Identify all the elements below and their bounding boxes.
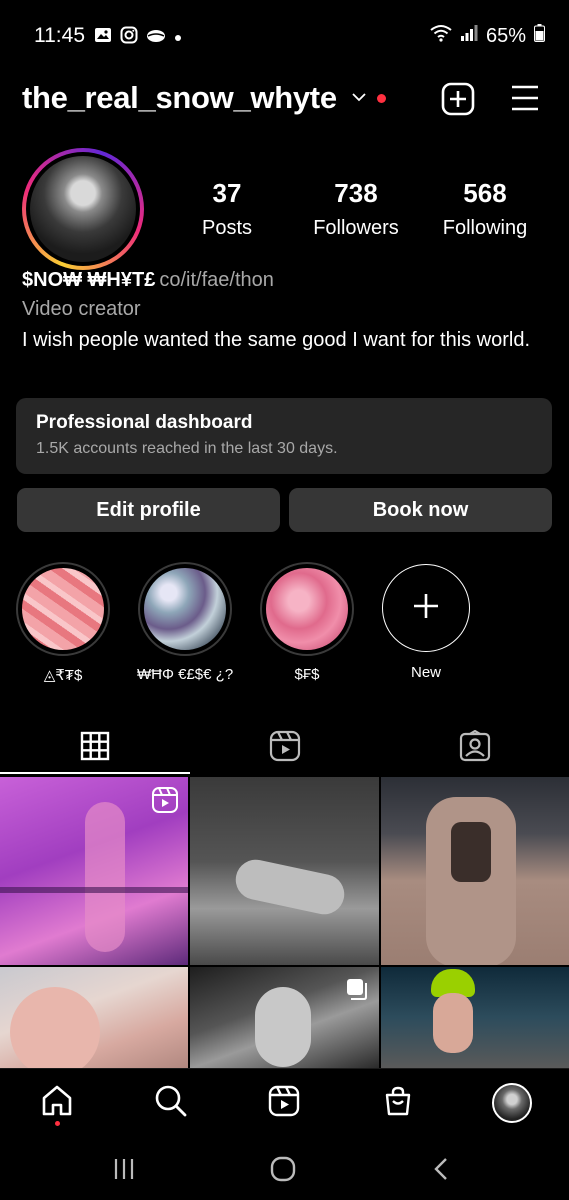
post-thumbnail[interactable]	[381, 777, 569, 965]
notification-dot	[377, 94, 386, 103]
nav-search[interactable]	[151, 1083, 191, 1123]
post-thumbnail[interactable]	[190, 777, 379, 965]
battery-text: 65%	[485, 24, 526, 47]
highlight-3[interactable]: $₣$	[259, 562, 355, 683]
post-thumbnail[interactable]	[381, 967, 569, 1068]
post-thumbnail[interactable]	[190, 967, 379, 1068]
wifi-icon	[430, 24, 452, 48]
tab-grid[interactable]	[0, 720, 190, 776]
carousel-icon	[345, 977, 369, 1006]
status-bar: 11:45 65%	[0, 0, 569, 72]
signal-icon	[460, 24, 478, 48]
dot-icon	[174, 29, 182, 47]
recents-icon[interactable]	[104, 1154, 144, 1184]
bottom-nav	[0, 1068, 569, 1136]
category: Video creator	[22, 298, 141, 320]
new-highlight[interactable]: New	[378, 562, 474, 681]
posts-count: 37	[212, 178, 242, 208]
display-name-row: $NO₩ ₩H¥T£ co/it/fae/thon	[22, 269, 274, 292]
display-name: $NO₩ ₩H¥T£	[22, 269, 156, 291]
edit-profile-button[interactable]: Edit profile	[17, 488, 280, 532]
status-time: 11:45	[34, 24, 85, 47]
back-icon[interactable]	[422, 1154, 462, 1184]
nav-home[interactable]	[37, 1083, 77, 1123]
nav-reels[interactable]	[264, 1083, 304, 1123]
home-icon	[40, 1084, 74, 1123]
highlight-label: ◬₹₮$	[43, 667, 83, 684]
add-icon[interactable]	[441, 82, 475, 121]
chevron-down-icon[interactable]	[350, 88, 368, 111]
gallery-icon	[94, 26, 112, 49]
highlight-label: ₩ĦΦ €£$€ ¿?	[137, 666, 234, 683]
cloud-icon	[146, 27, 166, 48]
nav-profile[interactable]	[492, 1083, 532, 1123]
professional-dashboard[interactable]: Professional dashboard 1.5K accounts rea…	[16, 398, 552, 474]
highlight-1[interactable]: ◬₹₮$	[15, 562, 111, 684]
followers-stat[interactable]: 738 Followers	[304, 178, 408, 240]
search-icon	[154, 1084, 188, 1123]
book-now-button[interactable]: Book now	[289, 488, 552, 532]
followers-label: Followers	[313, 217, 399, 239]
post-thumbnail[interactable]	[0, 777, 188, 965]
post-thumbnail[interactable]	[0, 967, 188, 1068]
posts-label: Posts	[201, 217, 253, 239]
reels-icon	[269, 730, 301, 767]
following-stat[interactable]: 568 Following	[433, 178, 537, 240]
username[interactable]: the_real_snow_whyte	[22, 80, 337, 116]
posts-stat[interactable]: 37 Posts	[187, 178, 267, 240]
reel-icon	[152, 787, 178, 818]
active-tab-indicator	[0, 772, 190, 774]
following-count: 568	[463, 178, 507, 208]
profile-avatar	[492, 1083, 532, 1123]
menu-icon[interactable]	[509, 82, 541, 119]
system-nav	[0, 1136, 569, 1200]
profile-avatar[interactable]	[22, 148, 144, 270]
followers-count: 738	[334, 178, 378, 208]
dashboard-subtitle: 1.5K accounts reached in the last 30 day…	[36, 440, 338, 457]
tagged-icon	[459, 729, 491, 767]
following-label: Following	[442, 217, 528, 239]
shop-icon	[382, 1085, 414, 1122]
instagram-icon	[120, 26, 138, 49]
profile-link[interactable]: co/it/fae/thon	[159, 269, 274, 291]
highlight-2[interactable]: ₩ĦΦ €£$€ ¿?	[137, 562, 233, 683]
profile-header: the_real_snow_whyte	[0, 76, 569, 126]
tab-reels[interactable]	[190, 720, 380, 776]
home-circle-icon[interactable]	[263, 1154, 303, 1184]
home-active-dot	[55, 1121, 60, 1126]
tab-tagged[interactable]	[380, 720, 569, 776]
nav-shop[interactable]	[378, 1083, 418, 1123]
grid-icon	[80, 731, 110, 766]
dashboard-title: Professional dashboard	[36, 412, 253, 433]
highlight-label: New	[410, 664, 441, 681]
plus-icon	[412, 592, 440, 625]
bio: I wish people wanted the same good I wan…	[22, 329, 531, 351]
battery-icon	[534, 24, 545, 48]
reels-icon	[268, 1085, 300, 1122]
highlight-label: $₣$	[294, 666, 320, 683]
